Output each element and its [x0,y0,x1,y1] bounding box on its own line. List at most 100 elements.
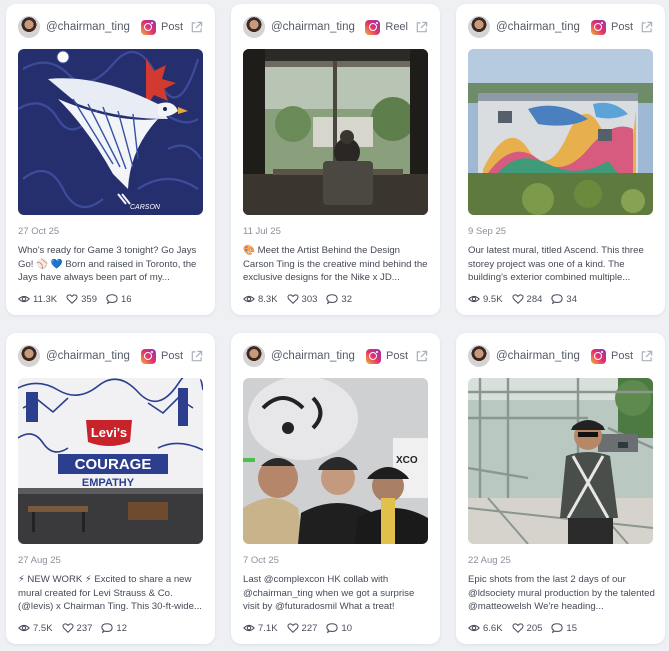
eye-icon [243,624,255,632]
post-card[interactable]: @chairman_ting Post Levi's COURAGE EMPAT… [6,333,215,644]
post-card[interactable]: @chairman_ting Post [6,4,215,315]
avatar[interactable] [243,16,265,38]
views-stat: 11.3K [18,293,57,305]
post-image-ascend-mural[interactable] [468,49,653,215]
card-header: @chairman_ting Post [243,345,428,367]
likes-count: 284 [526,293,543,305]
post-caption: 🎨 Meet the Artist Behind the Design Cars… [243,245,428,284]
eye-icon [468,295,480,303]
likes-count: 237 [76,622,93,634]
comments-stat: 12 [101,622,127,634]
external-link-icon[interactable] [415,350,428,363]
card-header: @chairman_ting Post [468,16,653,38]
levis-logo-text: Levi's [91,425,127,440]
likes-count: 359 [81,293,97,305]
comments-count: 12 [116,622,127,634]
likes-count: 303 [301,293,318,305]
avatar[interactable] [468,345,490,367]
card-header: @chairman_ting Reel [243,16,428,38]
post-caption: Last @complexcon HK collab with @chairma… [243,574,415,613]
eye-icon [243,295,255,303]
views-stat: 7.1K [243,622,278,634]
post-image-complexcon-group[interactable]: XCO [243,378,428,544]
views-count: 8.3K [258,293,278,305]
comment-bubble-icon [326,623,339,634]
likes-stat: 284 [511,293,543,305]
likes-count: 227 [301,622,318,634]
avatar[interactable] [18,16,40,38]
external-link-icon[interactable] [190,21,203,34]
comments-stat: 10 [326,622,352,634]
views-count: 6.6K [483,622,503,634]
avatar[interactable] [243,345,265,367]
external-link-icon[interactable] [640,350,653,363]
instagram-icon [140,348,156,364]
comments-count: 32 [341,293,352,305]
avatar[interactable] [18,345,40,367]
post-card[interactable]: @chairman_ting Post XCO 7 Oct 25 Last @c… [231,333,440,644]
post-card[interactable]: @chairman_ting Reel 11 Jul 25 🎨 Meet the… [231,4,440,315]
instagram-icon [590,19,606,35]
post-type-label: Post [610,21,633,33]
post-date: 27 Oct 25 [18,226,60,237]
eye-icon [18,295,30,303]
author-handle[interactable]: @chairman_ting [46,21,141,33]
post-date: 27 Aug 25 [18,555,61,566]
likes-stat: 303 [286,293,318,305]
post-stats: 7.1K 227 10 [243,621,361,635]
comments-stat: 16 [106,293,132,305]
external-link-icon[interactable] [640,21,653,34]
likes-count: 205 [526,622,543,634]
post-image-studio-window[interactable] [243,49,428,215]
courage-text: COURAGE [75,456,152,473]
views-count: 9.5K [483,293,503,305]
card-header: @chairman_ting Post [18,345,203,367]
avatar[interactable] [468,16,490,38]
comments-stat: 34 [551,293,577,305]
comment-bubble-icon [551,294,564,305]
comment-bubble-icon [326,294,339,305]
post-type-label: Post [385,350,408,362]
author-handle[interactable]: @chairman_ting [271,21,365,33]
xco-sign-text: XCO [396,455,418,466]
post-date: 9 Sep 25 [468,226,507,237]
post-stats: 6.6K 205 15 [468,621,586,635]
post-caption: Our latest mural, titled Ascend. This th… [468,245,644,284]
likes-stat: 359 [66,293,97,305]
external-link-icon[interactable] [415,21,428,34]
post-card[interactable]: @chairman_ting Post [456,4,665,315]
views-stat: 7.5K [18,622,53,634]
comments-count: 10 [341,622,352,634]
post-image-scaffold-artist[interactable] [468,378,653,544]
heart-icon [61,623,74,634]
views-stat: 8.3K [243,293,278,305]
post-stats: 11.3K 359 16 [18,292,141,306]
author-handle[interactable]: @chairman_ting [46,350,141,362]
comments-count: 34 [566,293,577,305]
post-image-levis-mural[interactable]: Levi's COURAGE EMPATHY [18,378,203,544]
heart-icon [511,623,524,634]
heart-icon [286,294,299,305]
views-count: 7.1K [258,622,278,634]
external-link-icon[interactable] [190,350,203,363]
post-caption: ⚡ NEW WORK ⚡ Excited to share a new mura… [18,574,202,613]
instagram-icon [590,348,606,364]
likes-stat: 227 [286,622,318,634]
post-image-jays-mural[interactable]: CARSON [18,49,203,215]
author-handle[interactable]: @chairman_ting [496,350,591,362]
post-type-label: Reel [385,21,408,33]
views-stat: 6.6K [468,622,503,634]
author-handle[interactable]: @chairman_ting [271,350,366,362]
post-card[interactable]: @chairman_ting Post [456,333,665,644]
author-handle[interactable]: @chairman_ting [496,21,591,33]
likes-stat: 237 [61,622,93,634]
post-stats: 8.3K 303 32 [243,292,361,306]
svg-text:CARSON: CARSON [130,204,161,211]
post-stats: 9.5K 284 34 [468,292,586,306]
views-count: 7.5K [33,622,53,634]
card-header: @chairman_ting Post [18,16,203,38]
post-grid: @chairman_ting Post CARSON 27 Oct 25 Who… [6,4,665,644]
empathy-text: EMPATHY [82,477,135,489]
post-type-label: Post [160,350,183,362]
post-date: 7 Oct 25 [243,555,279,566]
